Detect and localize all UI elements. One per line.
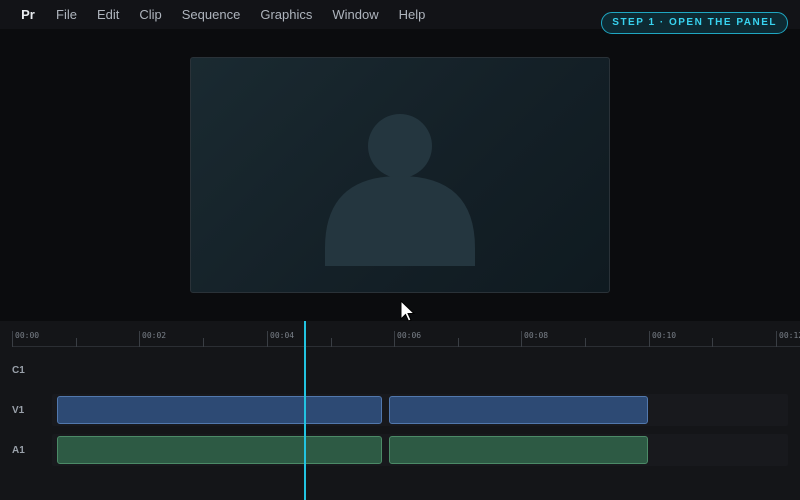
video-clip[interactable] xyxy=(57,396,382,424)
program-monitor[interactable] xyxy=(190,57,610,293)
ruler-tick xyxy=(331,338,332,347)
track-label-c1: C1 xyxy=(12,365,25,376)
track-label-v1: V1 xyxy=(12,405,25,416)
ruler-baseline xyxy=(12,346,800,347)
ruler-label: 00:06 xyxy=(397,331,422,340)
ruler-label: 00:04 xyxy=(270,331,295,340)
menu-file[interactable]: File xyxy=(56,7,77,22)
ruler-label: 00:08 xyxy=(524,331,549,340)
track-label-a1: A1 xyxy=(12,445,25,456)
app-logo: Pr xyxy=(21,7,35,22)
step-badge: STEP 1 · OPEN THE PANEL xyxy=(601,12,788,34)
ruler-label: 00:10 xyxy=(652,331,677,340)
ruler-tick xyxy=(203,338,204,347)
ruler-tick xyxy=(712,338,713,347)
ruler-label: 00:00 xyxy=(15,331,40,340)
audio-clip[interactable] xyxy=(389,436,648,464)
audio-clip[interactable] xyxy=(57,436,382,464)
ruler-tick xyxy=(585,338,586,347)
ruler-label: 00:12 xyxy=(779,331,800,340)
menu-help[interactable]: Help xyxy=(399,7,426,22)
playhead[interactable] xyxy=(304,321,306,500)
menu-edit[interactable]: Edit xyxy=(97,7,119,22)
menu-clip[interactable]: Clip xyxy=(139,7,161,22)
person-placeholder-icon xyxy=(325,114,475,266)
menu-graphics[interactable]: Graphics xyxy=(260,7,312,22)
time-ruler[interactable]: 00:00 00:02 00:04 00:06 00:08 00:10 00:1… xyxy=(0,321,800,347)
timeline-panel[interactable]: 00:00 00:02 00:04 00:06 00:08 00:10 00:1… xyxy=(0,321,800,500)
menu-window[interactable]: Window xyxy=(332,7,378,22)
ruler-label: 00:02 xyxy=(142,331,167,340)
video-clip[interactable] xyxy=(389,396,648,424)
ruler-tick xyxy=(458,338,459,347)
ruler-tick xyxy=(76,338,77,347)
menu-sequence[interactable]: Sequence xyxy=(182,7,241,22)
